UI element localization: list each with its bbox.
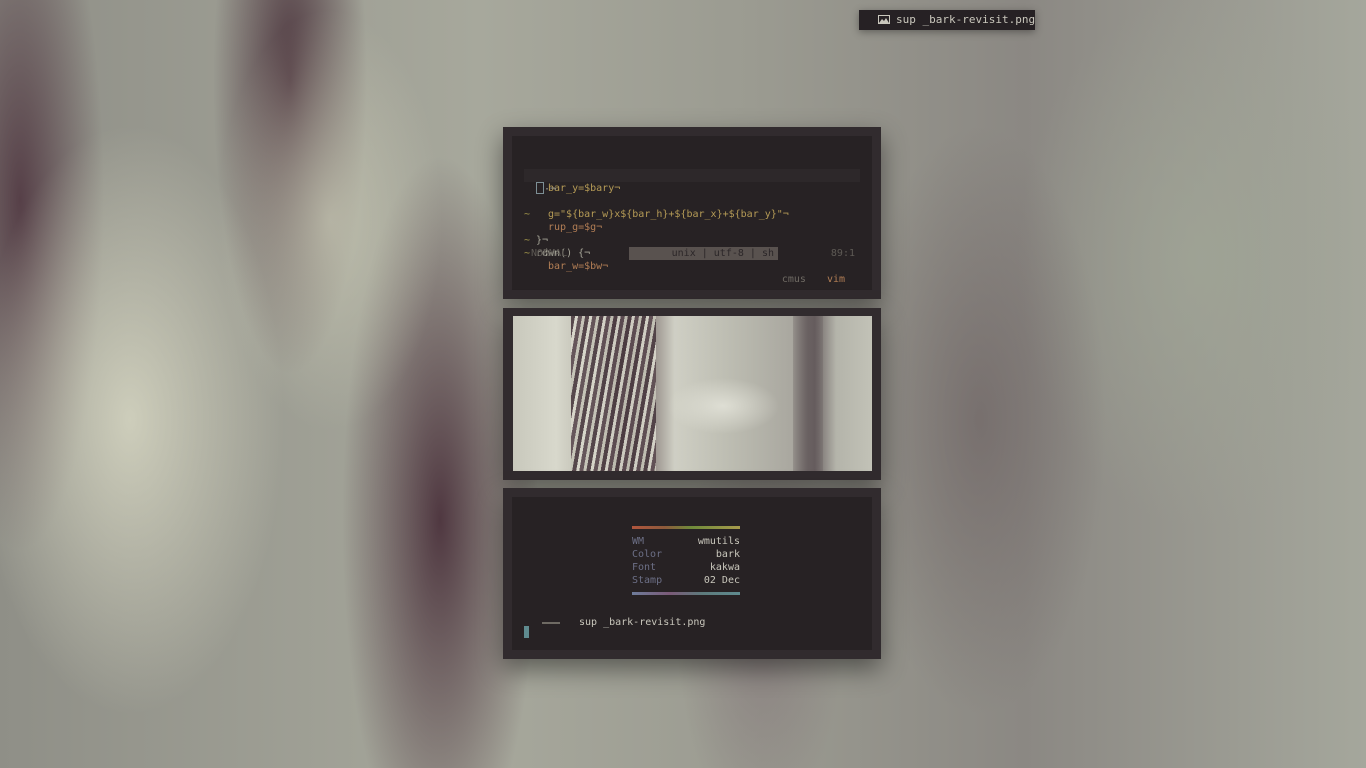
info-row-color: Color bark [632,548,740,561]
command-text: sup _bark-revisit.png [579,617,706,628]
code-text: bar_w=$bw¬ [548,261,609,272]
code-line: ~ rdwn() {¬ [524,221,860,259]
info-key: Font [632,562,657,573]
info-row-wm: WM wmutils [632,535,740,548]
window-title: sup _bark-revisit.png [896,13,1036,26]
fetch-terminal[interactable]: WM wmutils Color bark Font kakwa Stamp 0… [512,497,872,650]
tab-cmus[interactable]: cmus [782,274,806,285]
fetch-terminal-window[interactable]: WM wmutils Color bark Font kakwa Stamp 0… [503,488,881,659]
system-info: WM wmutils Color bark Font kakwa Stamp 0… [632,535,740,587]
vim-terminal-window[interactable]: ~_ bar_y=$bary¬ ·¬ g="${bar_w}x${bar_h}+… [503,127,881,299]
background-trunk [793,316,823,471]
bark-texture [571,316,656,471]
info-value: bark [715,549,740,560]
info-value: 02 Dec [703,575,740,586]
cursor-position: 89:1 [830,248,855,259]
file-info: unix | utf-8 | sh [629,247,778,260]
vim-statusline: NORMAL unix | utf-8 | sh 89:1 [524,247,860,260]
vim-terminal[interactable]: ~_ bar_y=$bary¬ ·¬ g="${bar_w}x${bar_h}+… [512,136,872,290]
top-bar: sup _bark-revisit.png [859,10,1035,30]
prompt-symbol [542,622,560,624]
image-viewer-window[interactable] [503,308,881,480]
tmux-tabs: cmus vim [782,274,845,285]
color-bar-top [632,526,740,529]
info-value: kakwa [709,562,740,573]
code-line-current: ·¬ [524,169,860,195]
info-key: Color [632,549,663,560]
vim-buffer[interactable]: ~_ bar_y=$bary¬ ·¬ g="${bar_w}x${bar_h}+… [524,156,860,272]
code-line: ~ bar_w=$bw¬ [524,234,860,272]
image-icon [878,15,890,24]
code-line: ~_ bar_y=$bary¬ [524,156,860,194]
info-value: wmutils [697,536,740,547]
info-row-stamp: Stamp 02 Dec [632,574,740,587]
bark-photo [513,316,872,471]
tab-vim[interactable]: vim [827,274,845,285]
color-bar-bottom [632,592,740,595]
code-line: g="${bar_w}x${bar_h}+${bar_x}+${bar_y}"¬ [524,182,860,220]
terminal-cursor[interactable] [524,626,529,638]
code-line: ~ rup_g=$g¬ [524,195,860,233]
info-key: Stamp [632,575,663,586]
vim-mode: NORMAL [531,248,568,259]
code-line: }¬ [524,208,860,246]
info-row-font: Font kakwa [632,561,740,574]
info-key: WM [632,536,645,547]
